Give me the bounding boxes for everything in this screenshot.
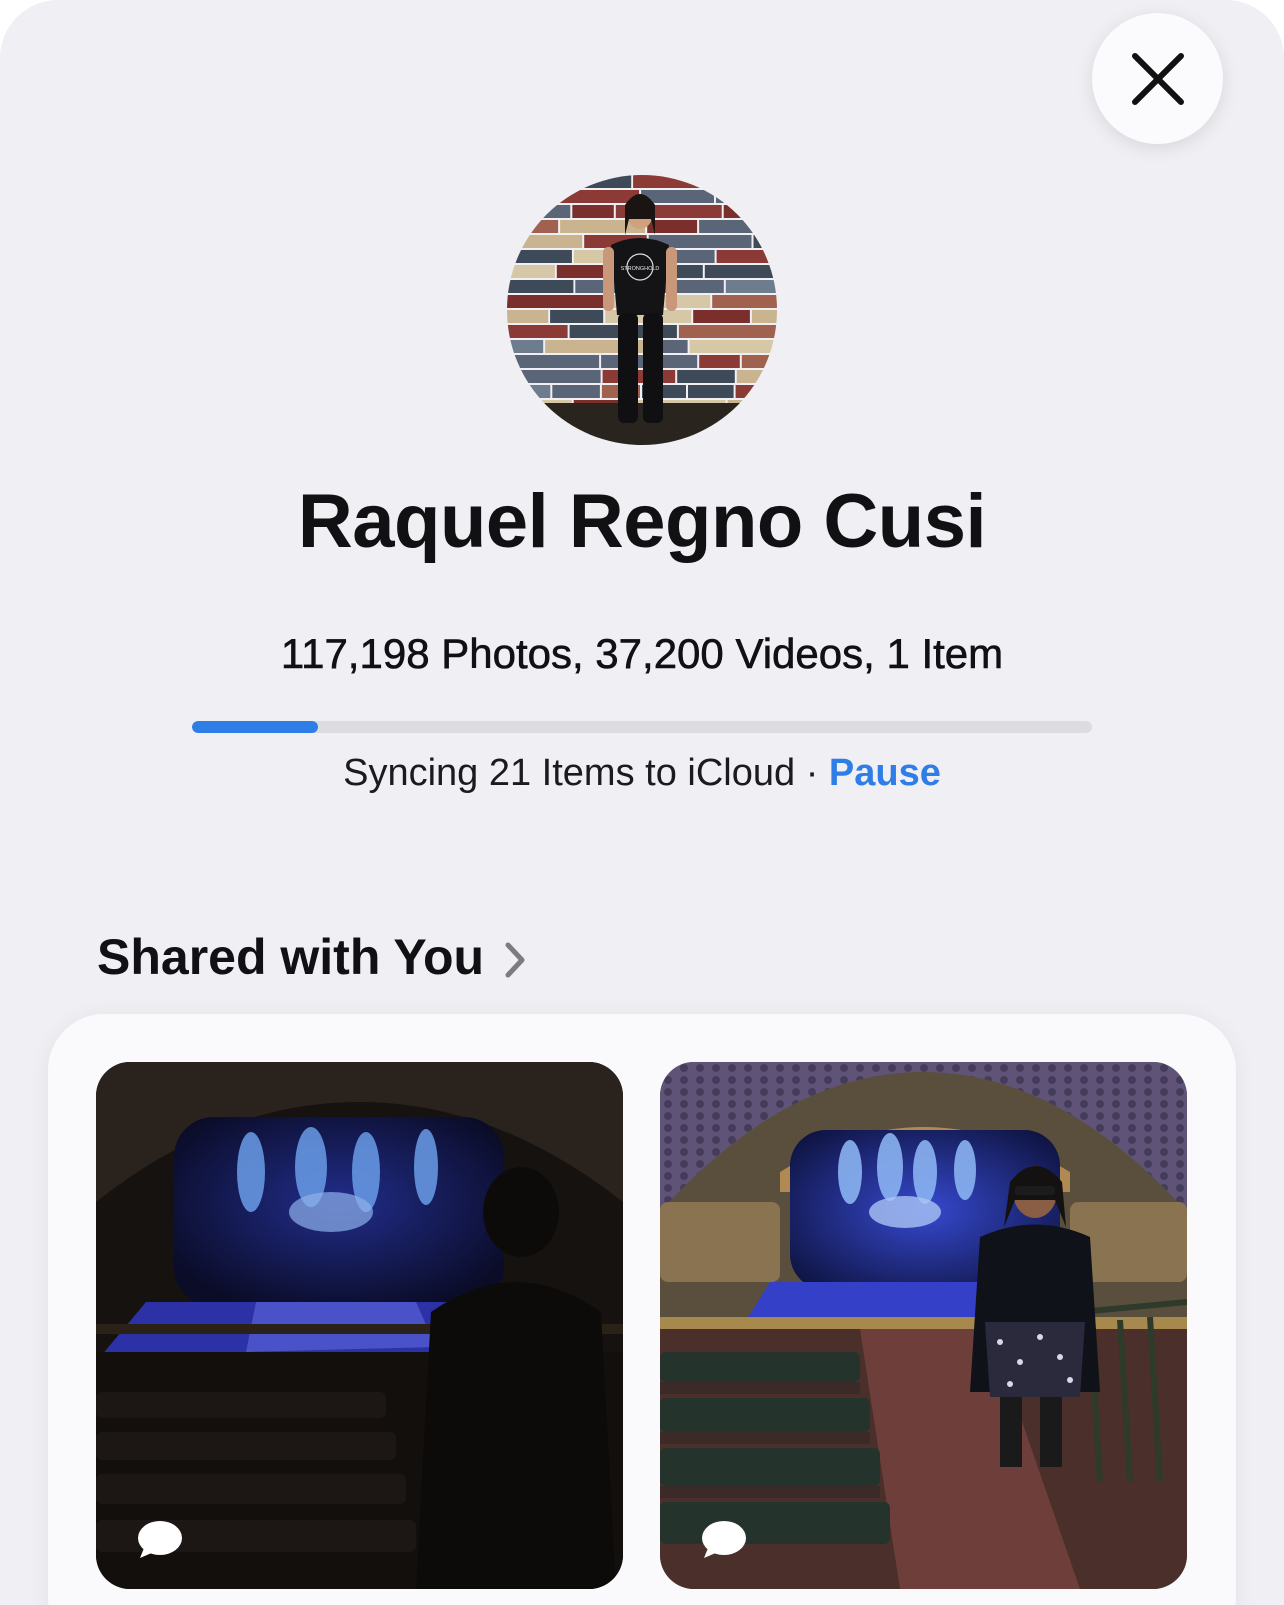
profile-name: Raquel Regno Cusi: [297, 479, 987, 564]
close-button[interactable]: [1092, 13, 1223, 144]
sync-progress-fill: [192, 721, 318, 733]
sync-status-text: Syncing 21 Items to iCloud: [343, 752, 796, 794]
photos-account-sheet: STRONGHOLD Raquel Regno Cusi 117,198 Pho…: [0, 0, 1284, 1605]
shared-with-you-header[interactable]: Shared with You: [97, 928, 526, 986]
section-title: Shared with You: [97, 929, 485, 985]
shared-photo-thumbnail[interactable]: [96, 1062, 623, 1589]
avatar[interactable]: STRONGHOLD: [507, 175, 777, 445]
shared-photo-thumbnail[interactable]: [660, 1062, 1187, 1589]
sync-progress-bar: [192, 721, 1092, 733]
shirt-print: STRONGHOLD: [621, 266, 660, 272]
theater-photo: [96, 1062, 623, 1589]
sync-separator: ·: [805, 752, 819, 794]
theater-photo: [660, 1062, 1187, 1589]
library-count: 117,198 Photos, 37,200 Videos, 1 Item: [280, 630, 1004, 678]
chevron-right-icon: [505, 942, 525, 978]
pause-button[interactable]: Pause: [829, 752, 941, 794]
close-icon: [1131, 52, 1184, 105]
profile-photo: STRONGHOLD: [507, 175, 777, 445]
sync-status: Syncing 21 Items to iCloud · Pause: [0, 752, 1284, 795]
